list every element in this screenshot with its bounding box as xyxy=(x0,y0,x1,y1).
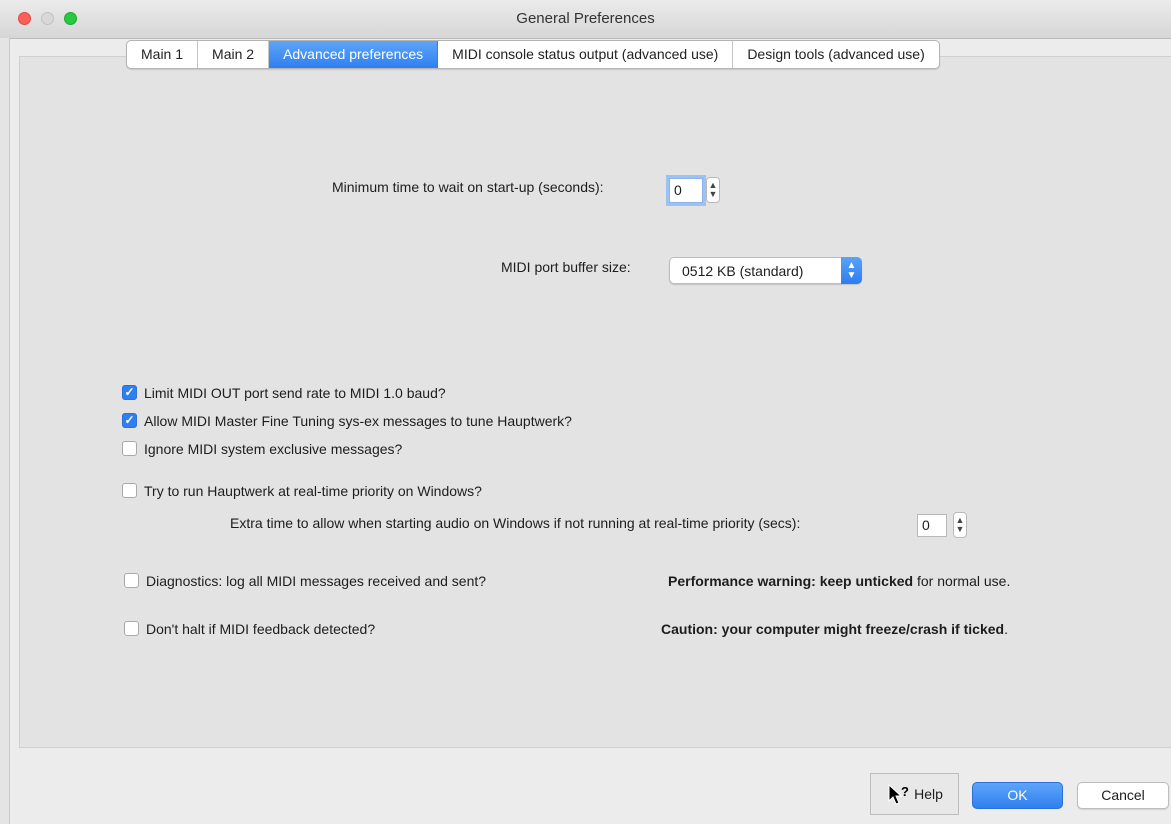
extra-time-field[interactable]: 0 xyxy=(917,514,947,537)
cancel-button[interactable]: Cancel xyxy=(1077,782,1169,809)
title-bar: General Preferences xyxy=(0,0,1171,39)
buffer-size-label: MIDI port buffer size: xyxy=(501,259,631,275)
extra-time-stepper[interactable]: ▲ ▼ xyxy=(953,512,967,538)
tab-midi-console-status-output[interactable]: MIDI console status output (advanced use… xyxy=(438,41,734,68)
startup-wait-field[interactable]: 0 xyxy=(669,178,703,203)
select-arrows-icon: ▲ ▼ xyxy=(841,257,862,284)
diagnostics-label: Diagnostics: log all MIDI messages recei… xyxy=(146,573,487,589)
realtime-priority-checkbox[interactable] xyxy=(122,483,137,498)
limit-send-rate-label: Limit MIDI OUT port send rate to MIDI 1.… xyxy=(144,385,446,401)
freeze-caution-end: . xyxy=(1004,621,1008,637)
tab-bar: Main 1 Main 2 Advanced preferences MIDI … xyxy=(126,40,940,69)
ignore-sysex-checkbox[interactable] xyxy=(122,441,137,456)
diagnostics-checkbox[interactable] xyxy=(124,573,139,588)
realtime-priority-label: Try to run Hauptwerk at real-time priori… xyxy=(144,483,482,499)
extra-time-label: Extra time to allow when starting audio … xyxy=(230,515,801,531)
help-button[interactable]: ? Help xyxy=(870,773,959,815)
startup-wait-stepper[interactable]: ▲ ▼ xyxy=(706,177,720,203)
buffer-size-select[interactable]: 0512 KB (standard) ▲ ▼ xyxy=(669,257,862,284)
svg-text:?: ? xyxy=(901,784,909,799)
ok-button[interactable]: OK xyxy=(972,782,1063,809)
performance-warning-bold: Performance warning: keep unticked xyxy=(668,573,914,589)
allow-fine-tuning-label: Allow MIDI Master Fine Tuning sys-ex mes… xyxy=(144,413,572,429)
tab-main-1[interactable]: Main 1 xyxy=(127,41,199,68)
midi-feedback-checkbox[interactable] xyxy=(124,621,139,636)
tab-main-2[interactable]: Main 2 xyxy=(198,41,270,68)
window-left-edge xyxy=(0,38,10,824)
tab-content-panel xyxy=(19,56,1171,748)
allow-fine-tuning-checkbox[interactable]: ✓ xyxy=(122,413,137,428)
freeze-caution-bold: Caution: your computer might freeze/cras… xyxy=(661,621,1005,637)
startup-wait-label: Minimum time to wait on start-up (second… xyxy=(332,179,604,195)
performance-warning-rest: for normal use. xyxy=(913,573,1011,589)
midi-feedback-label: Don't halt if MIDI feedback detected? xyxy=(146,621,376,637)
buffer-size-value: 0512 KB (standard) xyxy=(682,263,804,279)
freeze-caution: Caution: your computer might freeze/cras… xyxy=(661,621,1008,637)
tab-advanced-preferences[interactable]: Advanced preferences xyxy=(269,41,439,68)
help-label: Help xyxy=(914,786,943,802)
window-title: General Preferences xyxy=(516,10,655,27)
limit-send-rate-checkbox[interactable]: ✓ xyxy=(122,385,137,400)
help-cursor-icon: ? xyxy=(888,784,909,805)
tab-design-tools[interactable]: Design tools (advanced use) xyxy=(733,41,938,68)
ignore-sysex-label: Ignore MIDI system exclusive messages? xyxy=(144,441,403,457)
performance-warning: Performance warning: keep unticked for n… xyxy=(668,573,1010,589)
